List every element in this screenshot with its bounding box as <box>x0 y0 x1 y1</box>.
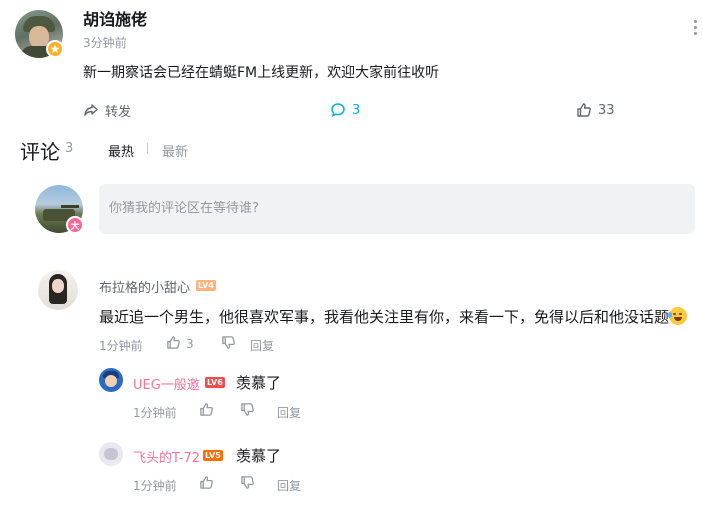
like-count: 33 <box>598 102 615 118</box>
reply-avatar[interactable] <box>99 368 123 392</box>
comment-icon <box>331 103 345 118</box>
like-button[interactable]: 33 <box>576 100 615 120</box>
reply-like-button[interactable] <box>199 402 214 421</box>
sort-divider <box>147 143 148 154</box>
comment-like-button[interactable] <box>166 335 181 350</box>
level-badge: LV6 <box>205 377 225 388</box>
post-content: 新一期察话会已经在蜻蜓FM上线更新，欢迎大家前往收听 <box>83 65 440 81</box>
comments-count: 3 <box>65 141 74 156</box>
comment-dislike-button[interactable] <box>221 335 236 354</box>
comment-text: 最近追一个男生，他很喜欢军事，我看他关注里有你，来看一下，免得以后和他没话题 <box>99 306 688 327</box>
like-icon <box>200 403 213 416</box>
forward-icon <box>84 104 98 116</box>
comment-like-count: 3 <box>186 337 194 351</box>
reply-text: 羡慕了 <box>236 447 282 465</box>
reply-timestamp: 1分钟前 <box>133 479 177 493</box>
more-icon[interactable] <box>688 17 702 39</box>
reply-dislike-button[interactable] <box>240 475 255 494</box>
like-icon <box>200 476 213 489</box>
reply-reply-button[interactable]: 回复 <box>277 404 301 421</box>
dislike-icon <box>241 403 254 416</box>
sort-new-tab[interactable]: 最新 <box>162 141 188 160</box>
commenter-name[interactable]: 布拉格的小甜心 <box>99 277 190 296</box>
comment-button[interactable]: 3 <box>330 100 360 120</box>
comment-text-content: 最近追一个男生，他很喜欢军事，我看他关注里有你，来看一下，免得以后和他没话题 <box>99 308 670 326</box>
commenter-avatar[interactable] <box>38 270 78 310</box>
like-icon <box>167 336 180 349</box>
vip-badge-icon <box>46 40 64 58</box>
comment-count: 3 <box>352 102 361 118</box>
reply-timestamp: 1分钟前 <box>133 406 177 420</box>
dislike-icon <box>241 476 254 489</box>
reply-author-name[interactable]: UEG一般邀 <box>133 374 200 393</box>
dislike-icon <box>222 336 235 349</box>
comment-input[interactable]: 你猜我的评论区在等待谁? <box>99 184 695 234</box>
level-badge: LV5 <box>203 450 223 461</box>
like-icon <box>577 103 591 117</box>
comment-reply-button[interactable]: 回复 <box>250 337 274 354</box>
sort-hot-tab[interactable]: 最热 <box>108 141 134 160</box>
forward-label: 转发 <box>105 104 132 120</box>
forward-button[interactable]: 转发 <box>83 100 131 120</box>
reply-author-name[interactable]: 飞头的T-72 <box>133 447 200 466</box>
comments-title: 评论 <box>20 140 60 164</box>
reply-reply-button[interactable]: 回复 <box>277 477 301 494</box>
reply-like-button[interactable] <box>199 475 214 494</box>
level-badge: LV4 <box>196 280 216 291</box>
user-level-badge: 大 <box>66 216 84 234</box>
reply-dislike-button[interactable] <box>240 402 255 421</box>
reply-avatar[interactable] <box>99 442 123 466</box>
comment-timestamp: 1分钟前 <box>99 339 143 353</box>
post-timestamp: 3分钟前 <box>83 36 127 50</box>
laughing-crying-emoji-icon <box>668 307 688 325</box>
post-author-name[interactable]: 胡诌施佬 <box>83 6 147 30</box>
reply-text: 羡慕了 <box>236 374 282 392</box>
